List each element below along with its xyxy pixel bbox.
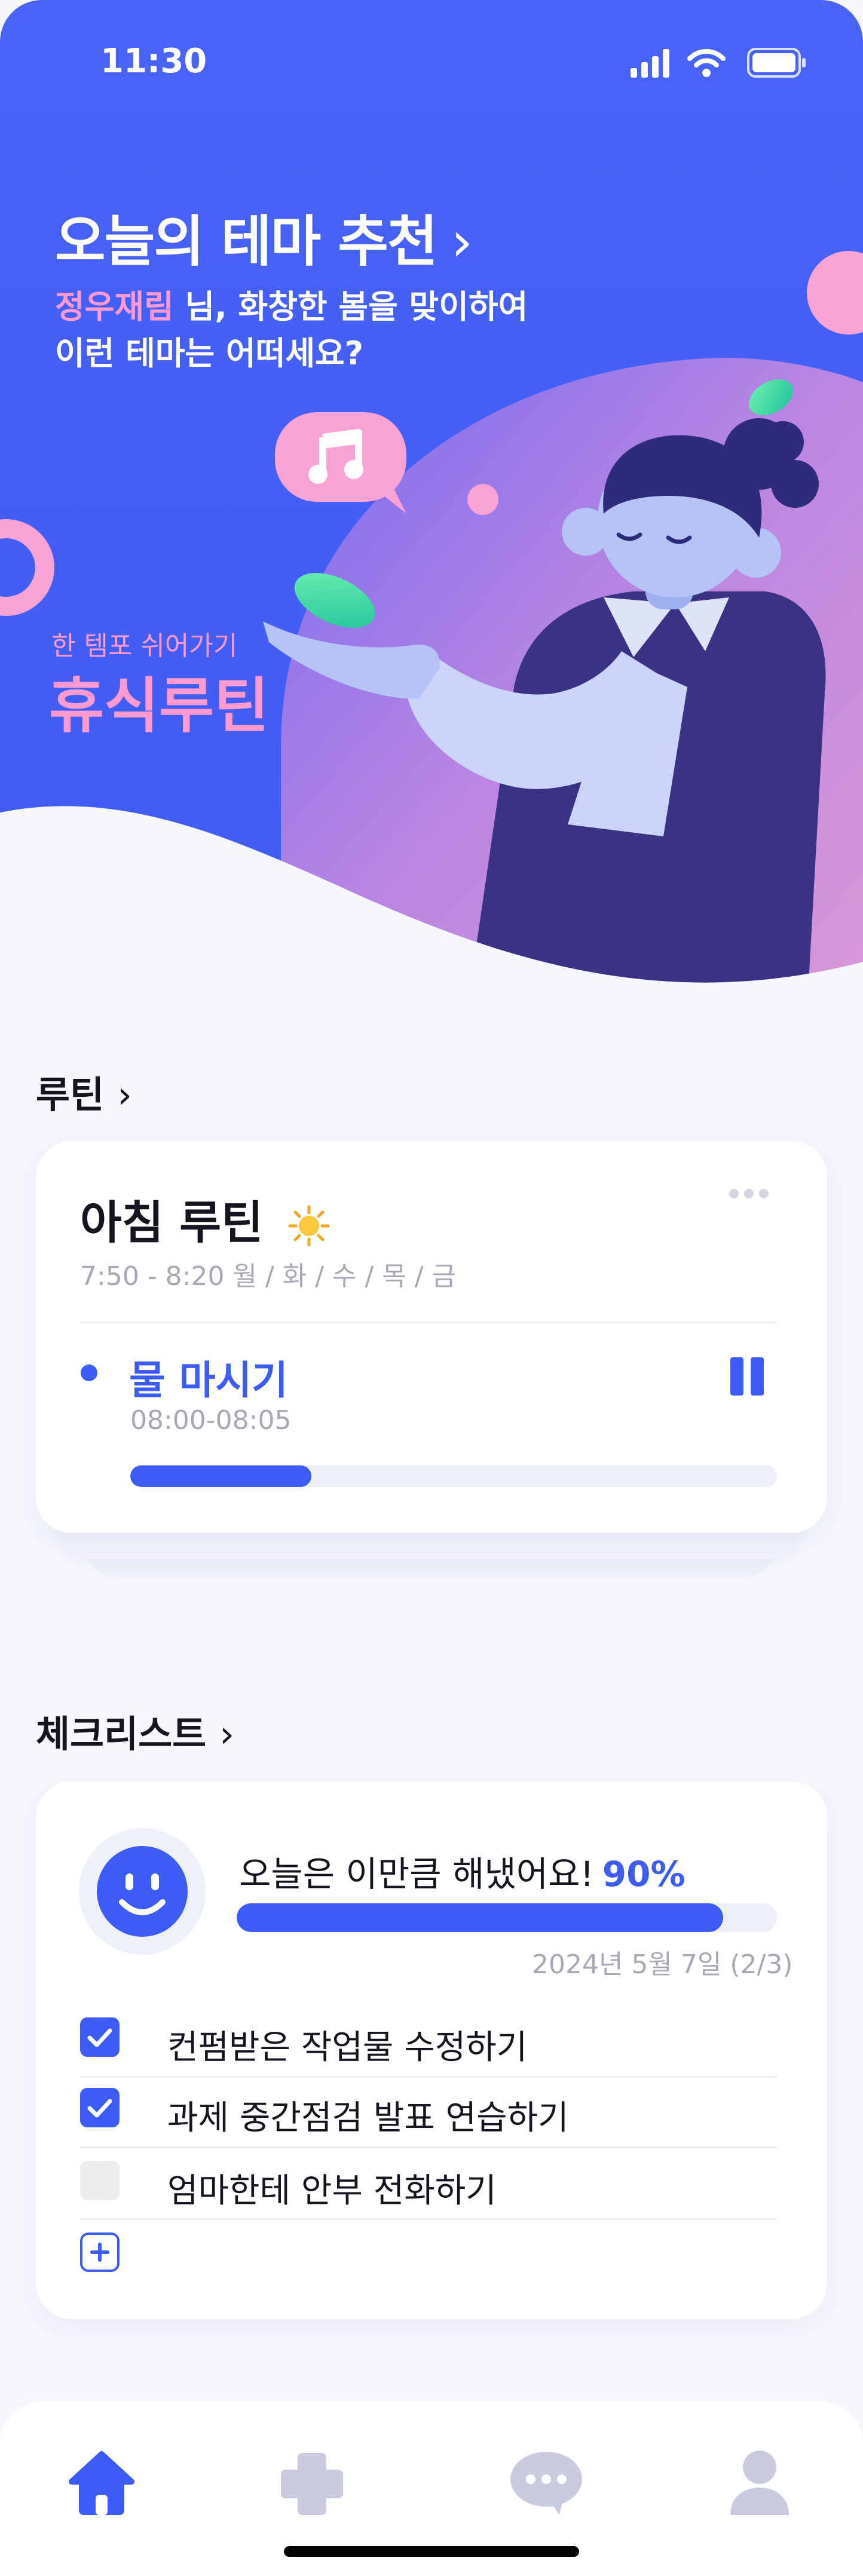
wifi-icon	[687, 49, 726, 77]
current-task-indicator	[81, 1364, 97, 1381]
smiley-avatar	[79, 1828, 206, 1955]
checklist-section-label: 체크리스트	[36, 1712, 207, 1756]
checklist-item-label: 엄마한테 안부 전화하기	[167, 2172, 497, 2210]
routine-title: 아침 루틴	[80, 1186, 330, 1252]
add-checklist-item-button[interactable]	[80, 2232, 120, 2272]
checklist-divider	[80, 2218, 777, 2220]
checklist-date: 2024년 5월 7일 (2/3)	[532, 1949, 793, 1980]
profile-icon[interactable]	[727, 2448, 792, 2520]
routine-divider	[80, 1321, 777, 1323]
theme-recommendation-title[interactable]: 오늘의 테마 추천 ›	[55, 197, 473, 277]
home-indicator	[284, 2546, 579, 2557]
routine-title-text: 아침 루틴	[80, 1196, 264, 1249]
task-progress-fill	[130, 1465, 311, 1487]
hero-greeting: 정우재림 님, 화창한 봄을 맞이하여 이런 테마는 어떠세요?	[55, 284, 528, 377]
task-progress-track	[130, 1465, 777, 1487]
recommended-routine-name[interactable]: 휴식루틴	[49, 657, 269, 744]
hero-illustration	[0, 0, 863, 1016]
chevron-right-icon: ›	[117, 1073, 132, 1117]
add-tab-icon[interactable]	[276, 2448, 348, 2520]
routine-schedule: 7:50 - 8:20 월 / 화 / 수 / 목 / 금	[80, 1261, 457, 1292]
checkmark-icon	[87, 2028, 112, 2047]
checklist-item[interactable]: 컨펌받은 작업물 수정하기	[80, 2001, 777, 2072]
plus-icon	[90, 2243, 109, 2262]
checklist-summary: 오늘은 이만큼 해냈어요! 90%	[239, 1846, 685, 1896]
summary-percent: 90%	[602, 1854, 685, 1894]
summary-label: 오늘은 이만큼 해냈어요!	[239, 1854, 594, 1894]
checklist-item[interactable]: 엄마한테 안부 전화하기	[80, 2145, 777, 2215]
routine-section-title[interactable]: 루틴 ›	[36, 1065, 132, 1118]
checklist-progress-track	[237, 1903, 777, 1932]
sun-icon	[288, 1205, 330, 1247]
smiley-face-icon	[97, 1846, 188, 1937]
checklist-item-label: 과제 중간점검 발표 연습하기	[167, 2099, 569, 2138]
chevron-right-icon: ›	[219, 1712, 234, 1756]
user-name: 정우재림	[55, 288, 174, 326]
checklist-progress-fill	[237, 1903, 723, 1932]
current-task-time: 08:00-08:05	[130, 1405, 292, 1436]
checklist-item-label: 컨펌받은 작업물 수정하기	[167, 2028, 528, 2067]
checkbox[interactable]	[80, 2161, 120, 2200]
greeting-line-1: 님, 화창한 봄을 맞이하여	[173, 288, 528, 326]
checklist-section-title[interactable]: 체크리스트 ›	[36, 1704, 234, 1758]
more-options-icon[interactable]	[728, 1188, 770, 1200]
home-icon[interactable]	[66, 2448, 137, 2520]
greeting-line-2: 이런 테마는 어떠세요?	[55, 335, 364, 372]
chevron-right-icon: ›	[451, 210, 473, 274]
battery-icon	[747, 48, 806, 78]
status-time: 11:30	[100, 42, 207, 81]
checkmark-icon	[87, 2099, 112, 2118]
pause-icon[interactable]	[729, 1357, 765, 1396]
checklist-item[interactable]: 과제 중간점검 발표 연습하기	[80, 2072, 777, 2142]
signal-icon	[631, 49, 669, 78]
theme-recommendation-banner[interactable]	[0, 0, 863, 1016]
current-task-name: 물 마시기	[129, 1357, 288, 1403]
chat-icon[interactable]	[509, 2448, 583, 2520]
hero-title-text: 오늘의 테마 추천	[55, 210, 438, 274]
routine-section-label: 루틴	[36, 1073, 105, 1117]
music-note-icon	[308, 429, 363, 484]
checkbox[interactable]	[80, 2088, 120, 2127]
checkbox[interactable]	[80, 2017, 120, 2057]
